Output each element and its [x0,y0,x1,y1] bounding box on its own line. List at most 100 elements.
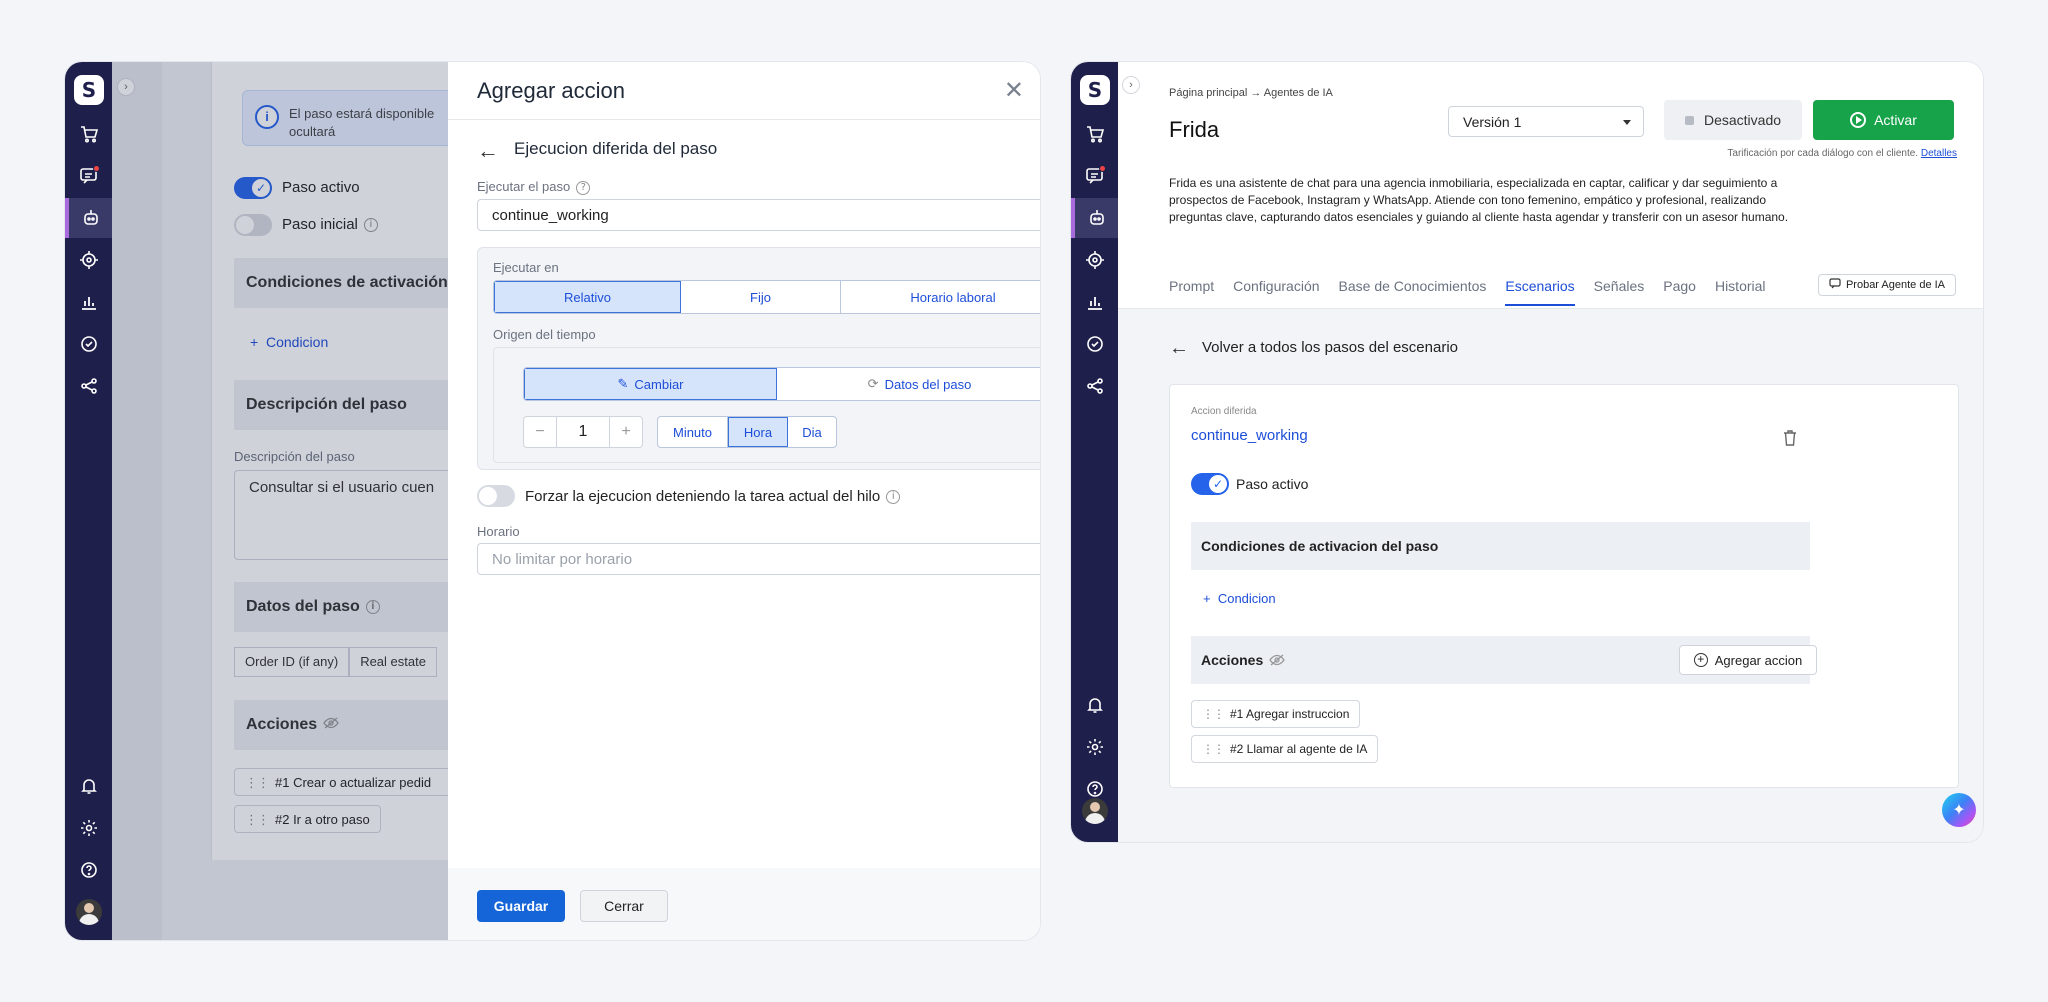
acciones-section: Acciones + Agregar accion [1191,636,1817,684]
action-chip[interactable]: ⋮⋮ #2 Llamar al agente de IA [1191,735,1379,763]
tab-pago[interactable]: Pago [1663,278,1696,306]
option-horario-laboral[interactable]: Horario laboral [841,281,1040,313]
chat-icon[interactable] [1071,156,1118,196]
chart-icon[interactable] [1071,282,1118,322]
chart-icon[interactable] [65,282,112,322]
ejecutar-paso-select[interactable]: continue_working [477,199,1040,231]
gear-icon[interactable] [65,808,112,848]
caret-down-icon [1623,120,1631,125]
tab-prompt[interactable]: Prompt [1169,278,1214,306]
probar-agente-button[interactable]: Probar Agente de IA [1818,274,1956,296]
cart-icon[interactable] [65,114,112,154]
plus-circle-icon: + [1693,653,1708,667]
ejecutar-en-group: Ejecutar en Relativo Fijo Horario labora… [477,247,1040,470]
close-icon[interactable]: ✕ [1004,76,1024,105]
modal-backdrop[interactable] [112,62,448,940]
modal-title: Agregar accion [477,78,625,103]
back-arrow-icon[interactable]: ← [1169,337,1189,360]
chat-icon[interactable] [65,156,112,196]
horario-select[interactable]: No limitar por horario [477,543,1040,575]
share-icon[interactable] [65,366,112,406]
tab-base-conocimientos[interactable]: Base de Conocimientos [1339,278,1487,306]
plus-icon: + [1203,591,1218,606]
sidebar-rail: S [65,62,112,940]
option-fijo[interactable]: Fijo [681,281,841,313]
sidebar-expand-icon[interactable]: › [1122,76,1140,94]
tarificacion-note: Tarificación por cada diálogo con el cli… [1727,148,1957,159]
avatar[interactable] [1082,798,1108,824]
activar-button[interactable]: Activar [1813,100,1954,140]
ejecutar-paso-label: Ejecutar el paso? [477,179,591,195]
detalles-link[interactable]: Detalles [1921,148,1957,159]
left-screenshot-panel: S › i El paso estará disponible ocultará … [64,61,1041,941]
eye-off-icon [1269,653,1286,669]
agent-description: Frida es una asistente de chat para una … [1169,176,1789,224]
action-chip[interactable]: ⋮⋮ #1 Agregar instruccion [1191,700,1361,728]
option-minuto[interactable]: Minuto [658,417,728,447]
tab-senales[interactable]: Señales [1594,278,1645,306]
forzar-toggle[interactable] [477,485,515,507]
option-datos-del-paso[interactable]: ⟳ Datos del paso [777,368,1040,400]
check-circle-icon[interactable] [1071,324,1118,364]
logo-icon[interactable]: S [74,75,104,105]
breadcrumb[interactable]: Página principal → Agentes de IA [1169,87,1333,99]
add-condicion-link[interactable]: + Condicion [1203,591,1276,606]
notification-dot [93,165,100,172]
forzar-label: Forzar la ejecucion deteniendo la tarea … [525,488,901,505]
origen-segmented: ✎ Cambiar ⟳ Datos del paso [523,367,1040,401]
help-icon[interactable] [65,850,112,890]
drag-handle-icon[interactable]: ⋮⋮ [1202,742,1225,756]
version-select[interactable]: Versión 1 [1448,106,1644,137]
play-icon [1850,112,1867,128]
target-icon[interactable] [65,240,112,280]
option-relativo[interactable]: Relativo [494,281,681,313]
stop-icon [1684,115,1694,125]
refresh-icon: ⟳ [867,376,879,391]
option-hora[interactable]: Hora [728,417,788,447]
tab-configuracion[interactable]: Configuración [1233,278,1319,306]
robot-icon[interactable] [1071,198,1118,238]
tab-bar: Prompt Configuración Base de Conocimient… [1169,278,1785,306]
minus-button[interactable]: − [524,417,556,447]
stepper-value[interactable]: 1 [556,417,610,447]
check-circle-icon[interactable] [65,324,112,364]
accion-name-link[interactable]: continue_working [1191,427,1308,444]
help-icon: ? [576,180,591,195]
back-arrow-icon[interactable]: ← [477,138,499,164]
tab-escenarios[interactable]: Escenarios [1505,278,1575,306]
back-link[interactable]: Volver a todos los pasos del escenario [1202,339,1458,356]
ai-assistant-button[interactable]: ✦ [1942,793,1976,827]
horario-label: Horario [477,524,520,539]
gear-icon[interactable] [1071,727,1118,767]
agregar-accion-button[interactable]: + Agregar accion [1679,645,1817,675]
paso-activo-label: Paso activo [1236,476,1309,492]
desactivado-button[interactable]: Desactivado [1664,100,1802,140]
modal-subtitle: Ejecucion diferida del paso [514,139,718,158]
target-icon[interactable] [1071,240,1118,280]
option-cambiar[interactable]: ✎ Cambiar [524,368,777,400]
page-title: Frida [1169,117,1220,142]
bell-icon[interactable] [65,766,112,806]
guardar-button[interactable]: Guardar [477,890,565,922]
share-icon[interactable] [1071,366,1118,406]
ejecutar-en-label: Ejecutar en [493,260,559,275]
sidebar-rail: S [1071,62,1118,842]
logo-icon[interactable]: S [1080,75,1110,105]
condiciones-section: Condiciones de activacion del paso [1191,522,1810,570]
tab-historial[interactable]: Historial [1715,278,1766,306]
avatar[interactable] [76,899,102,925]
option-dia[interactable]: Dia [788,417,836,447]
cart-icon[interactable] [1071,114,1118,154]
origen-label: Origen del tiempo [493,327,596,342]
ejecutar-en-segmented: Relativo Fijo Horario laboral [493,280,1040,314]
paso-activo-toggle[interactable] [1191,473,1229,495]
cerrar-button[interactable]: Cerrar [580,890,668,922]
robot-icon[interactable] [65,198,112,238]
plus-button[interactable]: + [610,417,642,447]
notification-dot [1099,165,1106,172]
drag-handle-icon[interactable]: ⋮⋮ [1202,707,1225,721]
bell-icon[interactable] [1071,685,1118,725]
chat-icon [1829,278,1841,292]
origen-group: ✎ Cambiar ⟳ Datos del paso − 1 + Minuto Ho… [493,347,1040,463]
trash-icon[interactable] [1782,429,1798,447]
